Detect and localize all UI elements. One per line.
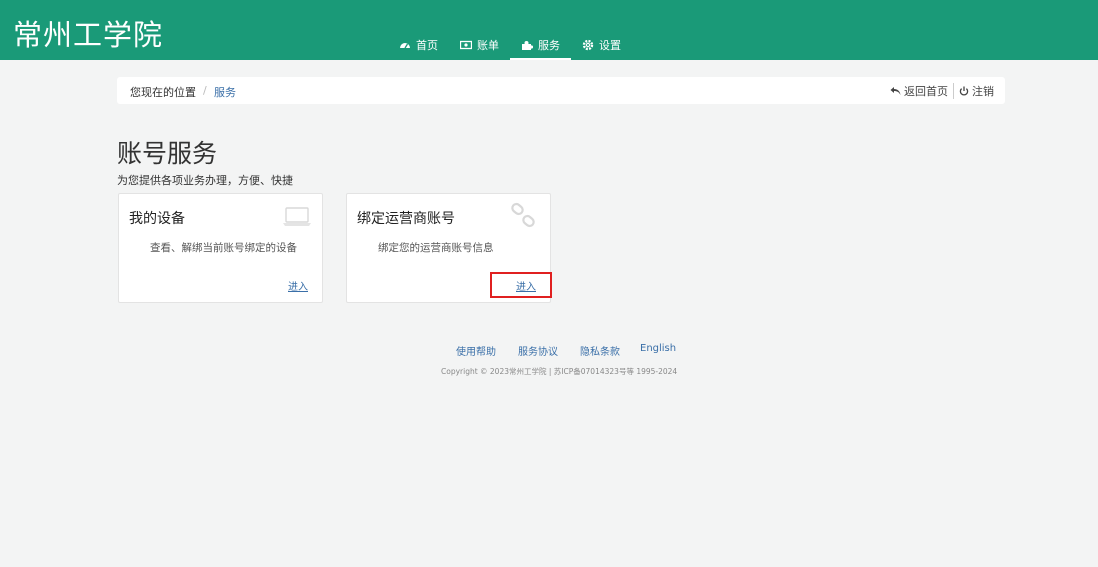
back-home-link[interactable]: 返回首页 [890,83,948,99]
card-title: 绑定运营商账号 [357,211,455,227]
highlight-box [490,272,552,298]
power-icon [959,86,969,96]
card-description: 查看、解绑当前账号绑定的设备 [150,242,297,254]
nav-home-label: 首页 [416,39,438,52]
chain-link-icon [511,202,535,228]
footer-link-english[interactable]: English [640,343,676,358]
card-title: 我的设备 [129,211,185,227]
laptop-icon [283,207,311,226]
enter-link[interactable]: 进入 [288,278,308,293]
breadcrumb: 您现在的位置 / 服务 返回首页 注销 [117,77,1005,104]
nav-settings-label: 设置 [599,39,621,52]
breadcrumb-prefix: 您现在的位置 [130,86,196,99]
logout-link[interactable]: 注销 [953,83,994,99]
page-title: 账号服务 [117,139,218,168]
nav-service[interactable]: 服务 [510,32,571,60]
nav-bill[interactable]: 账单 [449,32,510,58]
reply-arrow-icon [890,87,901,95]
card-description: 绑定您的运营商账号信息 [378,242,494,254]
footer-links: 使用帮助 服务协议 隐私条款 English [456,343,676,358]
back-home-label: 返回首页 [904,85,948,98]
nav-bill-label: 账单 [477,39,499,52]
nav-home[interactable]: 首页 [388,32,449,58]
puzzle-icon [522,41,533,50]
footer-link-privacy[interactable]: 隐私条款 [580,343,620,358]
gear-icon [582,39,594,51]
brand-title: 常州工学院 [13,18,164,52]
top-header: 常州工学院 首页 账单 服务 设置 [0,0,1098,60]
logout-label: 注销 [972,85,994,98]
main-nav: 首页 账单 服务 设置 [388,32,632,60]
nav-service-label: 服务 [538,39,560,52]
account-links: 返回首页 注销 [890,83,994,99]
dashboard-icon [400,43,410,49]
card-my-devices: 我的设备 查看、解绑当前账号绑定的设备 进入 [118,193,323,303]
breadcrumb-current[interactable]: 服务 [214,84,236,100]
breadcrumb-separator: / [203,84,207,97]
page-subtitle: 为您提供各项业务办理，方便、快捷 [117,174,293,187]
nav-settings[interactable]: 设置 [571,32,632,58]
copyright-text: Copyright © 2023常州工学院 | 苏ICP备07014323号等 … [441,367,678,376]
footer-link-help[interactable]: 使用帮助 [456,343,496,358]
bill-icon [460,40,472,50]
footer-link-agreement[interactable]: 服务协议 [518,343,558,358]
